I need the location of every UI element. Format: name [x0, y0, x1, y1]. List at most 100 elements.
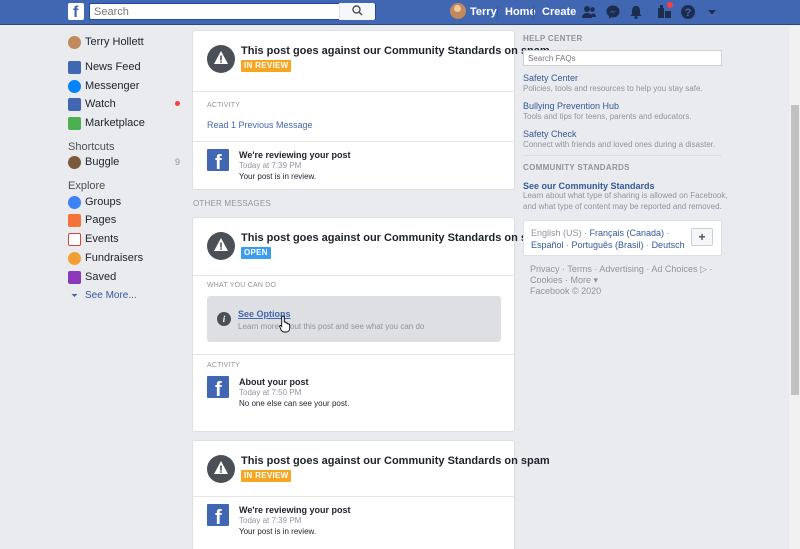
top-navigation-bar: f Terry Home Create ?: [0, 0, 800, 25]
facebook-icon: f: [207, 149, 229, 171]
facebook-logo-icon[interactable]: f: [68, 3, 84, 20]
safety-check-link[interactable]: Safety Check: [523, 129, 577, 139]
create-link[interactable]: Create: [542, 6, 576, 18]
sidebar-item-label: Pages: [85, 214, 117, 226]
sidebar-item-events[interactable]: Events: [68, 230, 183, 248]
warning-icon: [207, 45, 235, 73]
activity-title: We're reviewing your post: [239, 150, 351, 160]
activity-time: Today at 7:39 PM: [239, 161, 302, 170]
divider: [497, 6, 498, 19]
notifications-bell-icon[interactable]: [628, 4, 644, 20]
ad-choices-link[interactable]: Ad Choices ▷: [651, 264, 706, 274]
language-option[interactable]: Deutsch: [652, 240, 685, 250]
warning-icon: [207, 455, 235, 483]
footer-links: Cookies · More ▾: [530, 275, 599, 285]
language-line: English (US) · Français (Canada) ·: [531, 228, 670, 238]
activity-item: f We're reviewing your post Today at 7:3…: [207, 149, 497, 185]
message-card-spam-review-2: This post goes against our Community Sta…: [192, 440, 550, 549]
read-previous-message-link[interactable]: Read 1 Previous Message: [207, 120, 313, 130]
shortcuts-heading: Shortcuts: [68, 141, 115, 153]
search-button[interactable]: [339, 3, 375, 20]
notification-dot: [667, 2, 673, 8]
bullying-prevention-hub-link[interactable]: Bullying Prevention Hub: [523, 101, 619, 111]
language-line: Español · Português (Brasil) · Deutsch: [531, 240, 685, 250]
see-more-label: See More...: [85, 289, 137, 301]
chevron-down-icon: [71, 293, 78, 297]
safety-center-link[interactable]: Safety Center: [523, 73, 578, 83]
facebook-icon: f: [207, 376, 229, 398]
sidebar-item-label: Terry Hollett: [85, 36, 144, 48]
friend-requests-icon[interactable]: [581, 4, 597, 20]
see-more-link[interactable]: See More...: [68, 286, 183, 304]
divider: [193, 141, 514, 142]
sidebar-item-marketplace[interactable]: Marketplace: [68, 114, 183, 132]
svg-text:?: ?: [685, 7, 692, 19]
card-header: This post goes against our Community Sta…: [193, 218, 550, 278]
add-language-button[interactable]: +: [691, 228, 713, 246]
sidebar-item-pages[interactable]: Pages: [68, 211, 183, 229]
sidebar-item-messenger[interactable]: Messenger: [68, 77, 183, 95]
card-title: This post goes against our Community Sta…: [241, 45, 550, 57]
sidebar-item-news-feed[interactable]: News Feed: [68, 58, 183, 76]
pages-icon: [68, 213, 81, 227]
sidebar-item-profile[interactable]: Terry Hollett: [68, 33, 183, 51]
divider: [523, 155, 722, 156]
help-center-heading: HELP CENTER: [523, 34, 583, 43]
status-badge: IN REVIEW: [241, 60, 292, 72]
help-question-icon[interactable]: ?: [680, 4, 696, 20]
community-standards-description: and what type of content may be reported…: [523, 202, 722, 211]
activity-title: About your post: [239, 377, 309, 387]
cookies-link[interactable]: Cookies: [530, 275, 563, 285]
language-option[interactable]: Français (Canada): [590, 228, 665, 238]
groups-icon: [68, 195, 81, 209]
advertising-link[interactable]: Advertising: [599, 264, 644, 274]
activity-body: Your post is in review.: [239, 527, 317, 536]
avatar[interactable]: [450, 3, 466, 19]
community-standards-link[interactable]: See our Community Standards: [523, 181, 655, 191]
divider: [193, 354, 514, 355]
profile-name-link[interactable]: Terry: [470, 6, 497, 18]
scrollbar-thumb[interactable]: [791, 105, 799, 395]
avatar: [68, 35, 81, 49]
language-option[interactable]: Español: [531, 240, 564, 250]
fundraisers-icon: [68, 251, 81, 265]
terms-link[interactable]: Terms: [567, 264, 592, 274]
activity-body: Your post is in review.: [239, 172, 317, 181]
sidebar-item-groups[interactable]: Groups: [68, 193, 183, 211]
card-title: This post goes against our Community Sta…: [241, 455, 550, 467]
watch-new-dot: [175, 101, 180, 106]
language-option[interactable]: Português (Brasil): [572, 240, 644, 250]
card-header: This post goes against our Community Sta…: [193, 31, 550, 91]
search-input[interactable]: [90, 4, 340, 20]
info-icon: i: [217, 312, 231, 326]
watch-icon: [68, 97, 81, 111]
sidebar-item-label: News Feed: [85, 61, 141, 73]
copyright: Facebook © 2020: [530, 286, 602, 296]
divider: [193, 275, 514, 276]
search-faqs-input[interactable]: [523, 50, 722, 66]
activity-label: ACTIVITY: [207, 102, 241, 109]
home-link[interactable]: Home: [505, 6, 536, 18]
privacy-link[interactable]: Privacy: [530, 264, 560, 274]
sidebar-item-fundraisers[interactable]: Fundraisers: [68, 249, 183, 267]
safety-check-description: Connect with friends and loved ones duri…: [523, 140, 716, 149]
safety-center-description: Policies, tools and resources to help yo…: [523, 84, 703, 93]
messenger-icon: [68, 79, 81, 93]
explore-heading: Explore: [68, 180, 106, 192]
marketplace-icon: [68, 116, 81, 130]
see-options-button[interactable]: i See Options Learn more about this post…: [207, 296, 501, 342]
card-title: This post goes against our Community Sta…: [241, 232, 550, 244]
sidebar-item-label: Watch: [85, 98, 116, 110]
facebook-icon: f: [207, 504, 229, 526]
more-link[interactable]: More: [571, 275, 592, 285]
hand-cursor-icon: [279, 315, 291, 333]
sidebar-item-label: Saved: [85, 271, 117, 283]
current-language: English (US): [531, 228, 582, 238]
bullying-prevention-description: Tools and tips for teens, parents and ed…: [523, 112, 692, 121]
account-menu-chevron-icon[interactable]: [704, 4, 720, 20]
messenger-icon[interactable]: [605, 4, 621, 20]
sidebar-item-watch[interactable]: Watch: [68, 95, 183, 113]
sidebar-item-buggle[interactable]: Buggle 9: [68, 153, 183, 171]
status-badge: IN REVIEW: [241, 470, 292, 482]
sidebar-item-saved[interactable]: Saved: [68, 268, 183, 286]
